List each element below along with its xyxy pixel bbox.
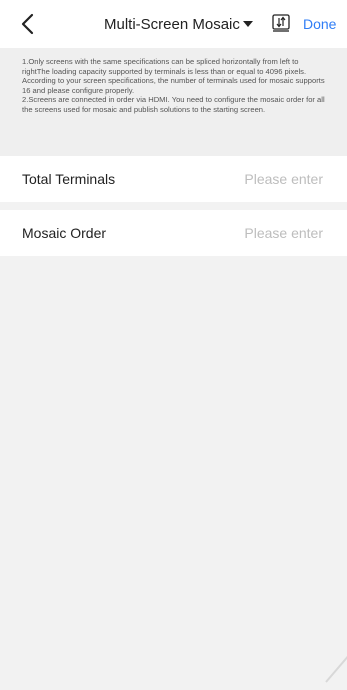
mosaic-order-row[interactable]: Mosaic Order bbox=[0, 210, 347, 256]
page-title: Multi-Screen Mosaic bbox=[104, 15, 240, 33]
done-button[interactable]: Done bbox=[303, 0, 336, 48]
sort-arrows-icon bbox=[272, 14, 290, 32]
total-terminals-input[interactable] bbox=[193, 171, 323, 187]
title-dropdown[interactable]: Multi-Screen Mosaic bbox=[104, 0, 264, 48]
caret-down-icon bbox=[242, 21, 253, 27]
chevron-left-icon bbox=[21, 13, 34, 35]
top-bar: Multi-Screen Mosaic Done bbox=[0, 0, 347, 48]
back-button[interactable] bbox=[14, 10, 42, 38]
mosaic-order-input[interactable] bbox=[193, 225, 323, 241]
watermark-stroke bbox=[325, 655, 347, 683]
total-terminals-row[interactable]: Total Terminals bbox=[0, 156, 347, 202]
notice-paragraph: 2.Screens are connected in order via HDM… bbox=[22, 95, 325, 114]
total-terminals-label: Total Terminals bbox=[22, 171, 116, 187]
sort-button[interactable] bbox=[271, 13, 291, 33]
instructions-notice: 1.Only screens with the same specificati… bbox=[0, 48, 347, 156]
notice-paragraph: 1.Only screens with the same specificati… bbox=[22, 57, 325, 95]
mosaic-order-label: Mosaic Order bbox=[22, 225, 107, 241]
